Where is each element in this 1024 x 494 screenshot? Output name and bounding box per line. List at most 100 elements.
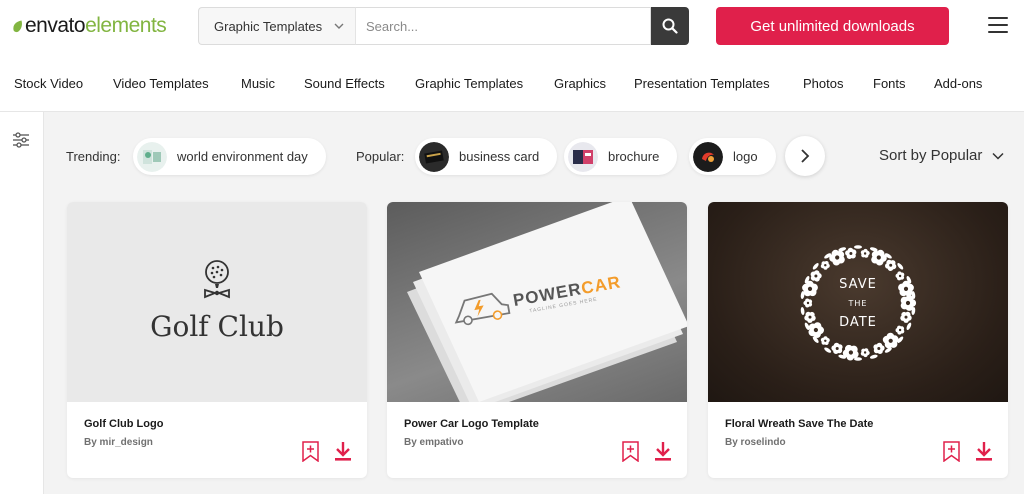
wreath-flower xyxy=(802,280,818,297)
bookmark-add-icon xyxy=(301,440,319,462)
chip-label: business card xyxy=(459,149,540,164)
wreath-flower xyxy=(882,332,899,349)
nav-video-templates[interactable]: Video Templates xyxy=(113,76,209,91)
wreath-leaf xyxy=(854,245,862,249)
nav-presentation-templates[interactable]: Presentation Templates xyxy=(634,76,770,91)
wreath-flower xyxy=(860,348,870,358)
bookmark-add-icon xyxy=(621,440,639,462)
powercar-business-card-art: POWERCAR TAGLINE GOES HERE xyxy=(407,202,687,417)
card-actions xyxy=(941,440,994,462)
download-icon xyxy=(335,442,351,461)
add-to-collection-button[interactable] xyxy=(300,440,320,462)
search-button[interactable] xyxy=(651,7,689,45)
wreath-flower xyxy=(820,261,830,270)
card-title[interactable]: Power Car Logo Template xyxy=(404,418,539,430)
wreath-flower xyxy=(895,325,905,335)
wreath-flower xyxy=(803,298,813,308)
wreath-leaf xyxy=(897,263,904,270)
card-author[interactable]: By empativo xyxy=(404,437,463,448)
golf-club-logo-text: Golf Club xyxy=(150,310,284,343)
logo-word-elements: elements xyxy=(85,14,167,37)
category-select[interactable]: Graphic Templates xyxy=(198,7,356,45)
wreath-flower xyxy=(885,259,897,271)
get-unlimited-downloads-button[interactable]: Get unlimited downloads xyxy=(716,7,949,45)
item-card[interactable]: POWERCAR TAGLINE GOES HERE Power Car Log… xyxy=(387,202,687,478)
card-preview-image[interactable]: SAVE THE DATE xyxy=(708,202,1008,402)
wreath-flower xyxy=(873,342,885,354)
nav-fonts[interactable]: Fonts xyxy=(873,76,906,91)
chip-thumbnail xyxy=(568,141,598,172)
add-to-collection-button[interactable] xyxy=(941,440,961,462)
card-actions xyxy=(300,440,353,462)
card-preview-image[interactable]: Golf Club xyxy=(67,202,367,402)
sliders-icon[interactable] xyxy=(12,132,30,148)
card-actions xyxy=(620,440,673,462)
nav-music[interactable]: Music xyxy=(241,76,275,91)
bookmark-add-icon xyxy=(942,440,960,462)
wreath-flower xyxy=(871,249,887,266)
wreath-leaf xyxy=(824,347,832,353)
wreath-leaf xyxy=(812,263,819,270)
wreath-flower xyxy=(845,247,857,259)
wreath-flower xyxy=(860,248,870,258)
nav-graphics[interactable]: Graphics xyxy=(554,76,606,91)
chip-label: world environment day xyxy=(177,149,308,164)
wreath-flower xyxy=(804,311,816,323)
envato-elements-logo[interactable]: envato elements xyxy=(12,14,167,38)
chip-label: logo xyxy=(733,149,758,164)
wreath-flower xyxy=(810,270,822,282)
download-button[interactable] xyxy=(974,440,994,462)
chevron-down-icon xyxy=(992,152,1004,160)
chip-brochure[interactable]: brochure xyxy=(564,138,678,175)
category-nav: Stock Video Video Templates Music Sound … xyxy=(0,54,1024,112)
card-preview-image[interactable]: POWERCAR TAGLINE GOES HERE xyxy=(387,202,687,417)
floral-wreath-art: SAVE THE DATE xyxy=(800,245,917,361)
popular-label: Popular: xyxy=(356,149,405,164)
chevron-down-icon xyxy=(334,23,344,29)
item-card[interactable]: SAVE THE DATE Floral Wreath Save The Dat… xyxy=(708,202,1008,478)
filter-sidebar xyxy=(0,112,44,494)
chip-business-card[interactable]: business card xyxy=(415,138,558,175)
chip-logo[interactable]: logo xyxy=(689,138,776,175)
nav-add-ons[interactable]: Add-ons xyxy=(934,76,982,91)
card-title[interactable]: Golf Club Logo xyxy=(84,418,163,430)
wreath-flower xyxy=(898,280,914,297)
nav-stock-video[interactable]: Stock Video xyxy=(14,76,83,91)
wreath-flower xyxy=(829,249,845,266)
chip-label: brochure xyxy=(608,149,660,164)
top-header: envatoelements Graphic Templates Get unl… xyxy=(0,0,1024,54)
logo-word-envato: envato xyxy=(25,14,86,37)
wreath-text-the: THE xyxy=(848,299,868,308)
chip-thumbnail xyxy=(693,141,723,172)
download-icon xyxy=(976,442,992,461)
hamburger-icon[interactable] xyxy=(988,17,1008,33)
add-to-collection-button[interactable] xyxy=(620,440,640,462)
sort-label: Sort by Popular xyxy=(879,147,983,164)
search-input[interactable] xyxy=(355,7,651,45)
chip-thumbnail xyxy=(137,141,167,172)
nav-graphic-templates[interactable]: Graphic Templates xyxy=(415,76,523,91)
golf-ball-bowtie-icon xyxy=(204,260,230,299)
wreath-flower xyxy=(831,342,843,354)
chip-world-environment-day[interactable]: world environment day xyxy=(133,138,326,175)
sort-dropdown[interactable]: Sort by Popular xyxy=(879,147,1004,164)
trending-label: Trending: xyxy=(66,149,121,164)
download-button[interactable] xyxy=(333,440,353,462)
wreath-leaf xyxy=(869,354,878,359)
card-title[interactable]: Floral Wreath Save The Date xyxy=(725,418,873,430)
chips-next-button[interactable] xyxy=(785,136,825,176)
magnifier-icon xyxy=(662,18,678,34)
wreath-flower xyxy=(895,271,905,281)
download-button[interactable] xyxy=(653,440,673,462)
chevron-right-icon xyxy=(801,149,810,163)
download-icon xyxy=(655,442,671,461)
card-author[interactable]: By roselindo xyxy=(725,437,786,448)
card-author[interactable]: By mir_design xyxy=(84,437,153,448)
wreath-text-save: SAVE xyxy=(839,277,877,292)
category-select-value: Graphic Templates xyxy=(214,18,323,34)
nav-photos[interactable]: Photos xyxy=(803,76,843,91)
item-card[interactable]: Golf Club Golf Club Logo By mir_design xyxy=(67,202,367,478)
wreath-flower xyxy=(808,322,824,338)
nav-sound-effects[interactable]: Sound Effects xyxy=(304,76,385,91)
wreath-flower xyxy=(820,336,830,345)
